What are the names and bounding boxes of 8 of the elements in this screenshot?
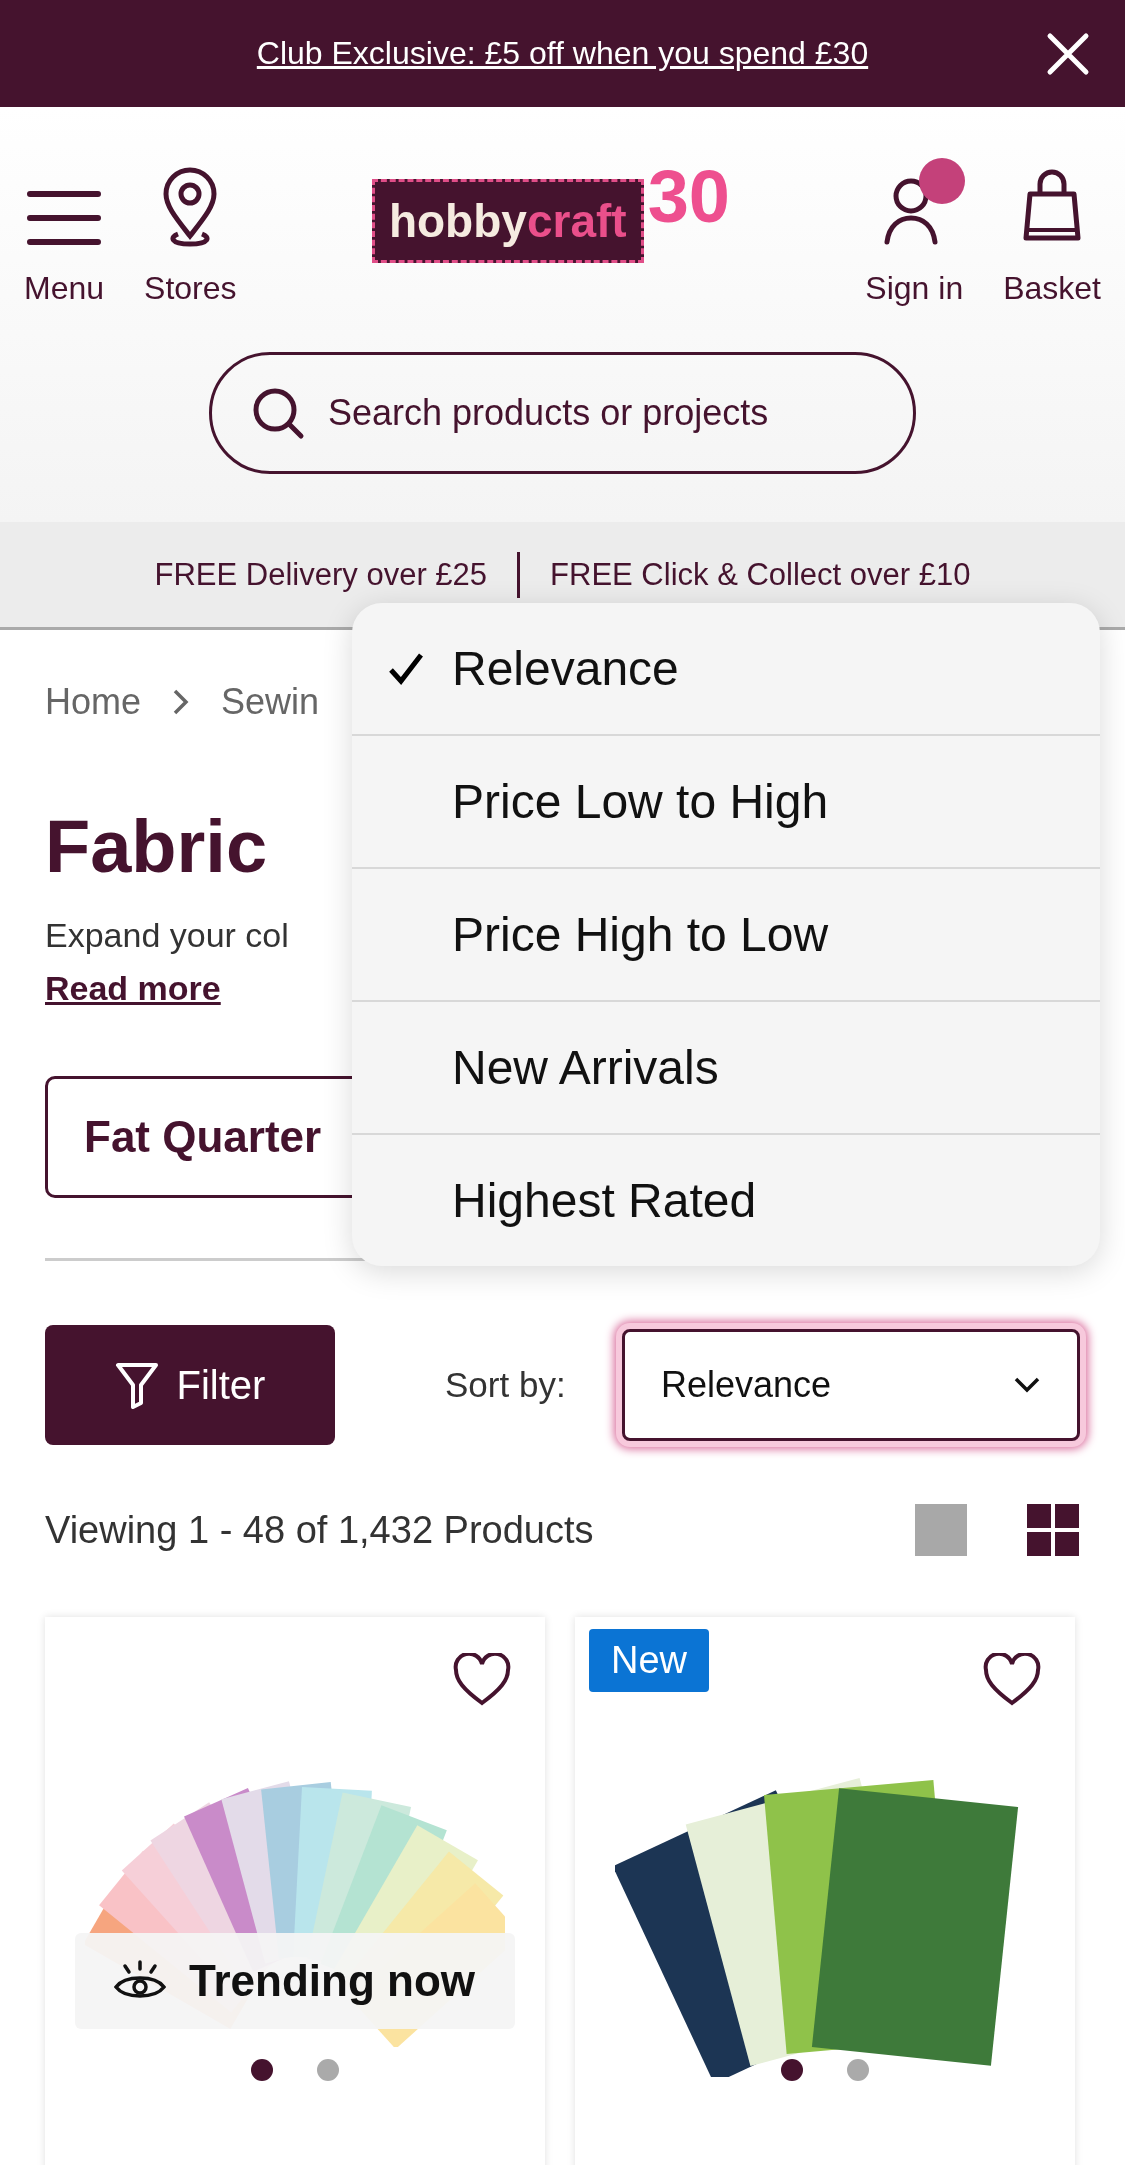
results-count: Viewing 1 - 48 of 1,432 Products bbox=[45, 1508, 594, 1552]
delivery-info: FREE Delivery over £25 bbox=[154, 556, 488, 593]
delivery-info: FREE Click & Collect over £10 bbox=[550, 556, 971, 593]
page-title: Fabric bbox=[45, 804, 268, 890]
new-badge: New bbox=[589, 1629, 710, 1692]
sort-label: Sort by: bbox=[445, 1365, 567, 1405]
trending-label: Trending now bbox=[75, 1933, 515, 2029]
category-description: Expand your col bbox=[45, 916, 289, 955]
